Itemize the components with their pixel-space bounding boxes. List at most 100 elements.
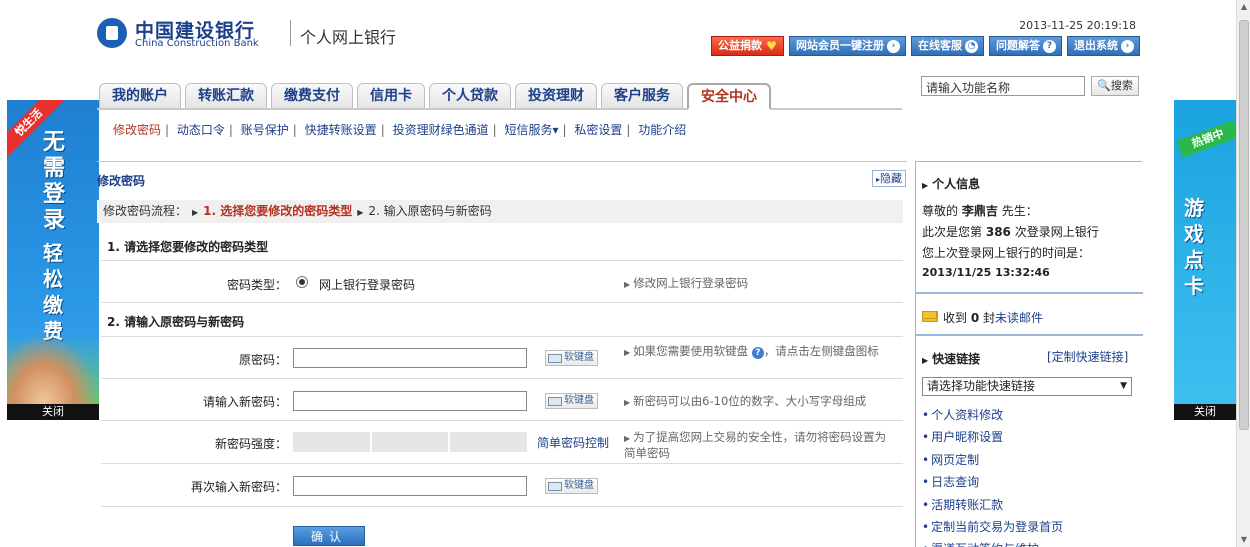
charity-button[interactable]: 公益捐款 ♥ (711, 36, 784, 56)
scroll-up-icon[interactable]: ▲ (1239, 2, 1249, 12)
row-divider (101, 378, 903, 379)
greeting: 尊敬的 李鼎吉 先生： (922, 202, 1038, 219)
current-datetime: 2013-11-25 20:19:18 (1019, 19, 1136, 32)
keyboard-label: 软键盘 (564, 480, 594, 491)
search-button[interactable]: 🔍搜索 (1091, 76, 1139, 96)
new-password-input[interactable] (293, 391, 527, 411)
subnav-feature-intro[interactable]: 功能介绍 (638, 123, 686, 137)
tab-investment[interactable]: 投资理财 (515, 83, 597, 108)
right-side-ad[interactable]: 热销中 游戏点卡 关闭 (1174, 100, 1236, 420)
sidebar-divider (916, 334, 1143, 336)
subnav-change-password[interactable]: 修改密码 (113, 123, 161, 137)
unread-mail-link[interactable]: 未读邮件 (995, 311, 1043, 325)
function-search-input[interactable]: 请输入功能名称 (921, 76, 1085, 96)
right-sidebar: ▶ 个人信息 尊敬的 李鼎吉 先生： 此次是您第 386 次登录网上银行 您上次登… (915, 162, 1143, 547)
arrow-right-icon: ▶ (357, 208, 364, 217)
subnav-quick-transfer[interactable]: 快捷转账设置 (305, 123, 377, 137)
left-side-ad[interactable]: 悦生活 无需登录 轻松缴费 关闭 (7, 100, 99, 420)
quick-link-item[interactable]: 用户昵称设置 (922, 426, 1063, 448)
quick-link-item[interactable]: 定制当前交易为登录首页 (922, 516, 1063, 538)
quick-links-title-text: 快速链接 (932, 352, 981, 366)
logout-button[interactable]: 退出系统 › (1067, 36, 1140, 56)
soft-keyboard-button[interactable]: 软键盘 (545, 350, 598, 366)
online-service-button[interactable]: 在线客服 ◔ (911, 36, 984, 56)
subnav-separator: | (492, 123, 497, 137)
subnav-privacy-settings[interactable]: 私密设置 (574, 123, 622, 137)
logo-divider (290, 20, 291, 46)
quick-link-item[interactable]: 网页定制 (922, 449, 1063, 471)
arrow-circle-icon: › (887, 39, 900, 53)
soft-keyboard-button[interactable]: 软键盘 (545, 393, 598, 409)
ad-close-button[interactable]: 关闭 (1174, 404, 1236, 420)
triangle-icon: ▶ (624, 348, 631, 357)
process-flow-bar: 修改密码流程： ▶ 1. 选择您要修改的密码类型 ▶ 2. 输入原密码与新密码 (97, 200, 903, 223)
triangle-icon: ▶ (922, 356, 929, 365)
header: 中国建设银行 China Construction Bank 个人网上银行 20… (97, 0, 1142, 62)
quick-link-item[interactable]: 渠道互动签约与维护 (922, 538, 1063, 547)
main-page: 中国建设银行 China Construction Bank 个人网上银行 20… (97, 0, 1143, 547)
mail-count: 0 (970, 311, 980, 325)
row-divider (101, 260, 903, 261)
charity-label: 公益捐款 (718, 39, 762, 52)
tab-security-center[interactable]: 安全中心 (687, 83, 771, 110)
strength-segment (293, 432, 370, 452)
login-count: 此次是您第 386 次登录网上银行 (922, 223, 1099, 240)
hint-text: 为了提高您网上交易的安全性，请勿将密码设置为简单密码 (624, 430, 887, 460)
tab-personal-loan[interactable]: 个人贷款 (429, 83, 511, 108)
quick-links-list: 个人资料修改 用户昵称设置 网页定制 日志查询 活期转账汇款 定制当前交易为登录… (922, 404, 1063, 547)
scroll-down-icon[interactable]: ▼ (1239, 535, 1249, 545)
hide-button[interactable]: ▸隐藏 (872, 170, 907, 187)
tab-transfer[interactable]: 转账汇款 (185, 83, 267, 108)
quick-link-item[interactable]: 活期转账汇款 (922, 494, 1063, 516)
heart-icon: ♥ (766, 38, 777, 53)
quick-link-select[interactable]: 请选择功能快速链接 ▼ (922, 377, 1132, 396)
subnav-dynamic-password[interactable]: 动态口令 (177, 123, 225, 137)
ad-slogan-1: 无需登录 (43, 130, 66, 233)
tab-customer-service[interactable]: 客户服务 (601, 83, 683, 108)
flow-label: 修改密码流程： (103, 204, 188, 218)
row-divider (101, 463, 903, 464)
chevron-down-icon: ▼ (1120, 381, 1127, 391)
mail-unit: 封 (983, 311, 996, 325)
tab-credit-card[interactable]: 信用卡 (357, 83, 425, 108)
subnav-account-protection[interactable]: 账号保护 (241, 123, 289, 137)
password-type-radio[interactable] (296, 276, 308, 288)
quick-link-item[interactable]: 日志查询 (922, 471, 1063, 493)
hint-text: 新密码可以由6-10位的数字、大小写字母组成 (633, 394, 867, 408)
confirm-password-input[interactable] (293, 476, 527, 496)
content-divider (97, 161, 907, 162)
password-type-label: 密码类型： (226, 278, 287, 292)
login-count-prefix: 此次是您第 (922, 225, 983, 239)
page-title: 修改密码 (97, 174, 146, 188)
register-button[interactable]: 网站会员一键注册 › (789, 36, 906, 56)
old-password-input[interactable] (293, 348, 527, 368)
row-divider (101, 336, 903, 337)
tab-my-account[interactable]: 我的账户 (99, 83, 181, 108)
question-icon[interactable]: ? (751, 347, 764, 359)
scroll-thumb[interactable] (1239, 20, 1249, 430)
mail-status: 收到 0 封未读邮件 (943, 309, 1043, 326)
subnav-separator: | (228, 123, 233, 137)
headset-icon: ◔ (965, 39, 978, 53)
soft-keyboard-button[interactable]: 软键盘 (545, 478, 598, 494)
section-1-heading: 1. 请选择您要修改的密码类型 (107, 240, 269, 254)
subnav-separator: | (292, 123, 297, 137)
search-button-label: 搜索 (1110, 79, 1133, 92)
question-icon: ? (1043, 39, 1056, 53)
hint-text: ，请点击左侧键盘图标 (763, 344, 879, 358)
simple-password-control-link[interactable]: 简单密码控制 (537, 434, 609, 451)
confirm-password-label: 再次输入新密码： (190, 480, 287, 494)
confirm-button[interactable]: 确认 (293, 526, 365, 546)
triangle-icon: ▶ (624, 280, 631, 289)
vertical-scrollbar[interactable]: ▲ ▼ (1236, 0, 1250, 547)
faq-button[interactable]: 问题解答? (989, 36, 1062, 56)
subnav-sms-service[interactable]: 短信服务▾ (504, 123, 558, 137)
tab-payment[interactable]: 缴费支付 (271, 83, 353, 108)
hint-text: 修改网上银行登录密码 (633, 276, 749, 290)
ad-close-button[interactable]: 关闭 (7, 404, 99, 420)
greeting-suffix: 先生： (1001, 204, 1038, 218)
strength-hint: ▶ 为了提高您网上交易的安全性，请勿将密码设置为简单密码 (624, 430, 889, 460)
quick-link-item[interactable]: 个人资料修改 (922, 404, 1063, 426)
subnav-investment-channel[interactable]: 投资理财绿色通道 (393, 123, 489, 137)
customize-quick-links-link[interactable]: [定制快速链接] (1047, 348, 1128, 365)
